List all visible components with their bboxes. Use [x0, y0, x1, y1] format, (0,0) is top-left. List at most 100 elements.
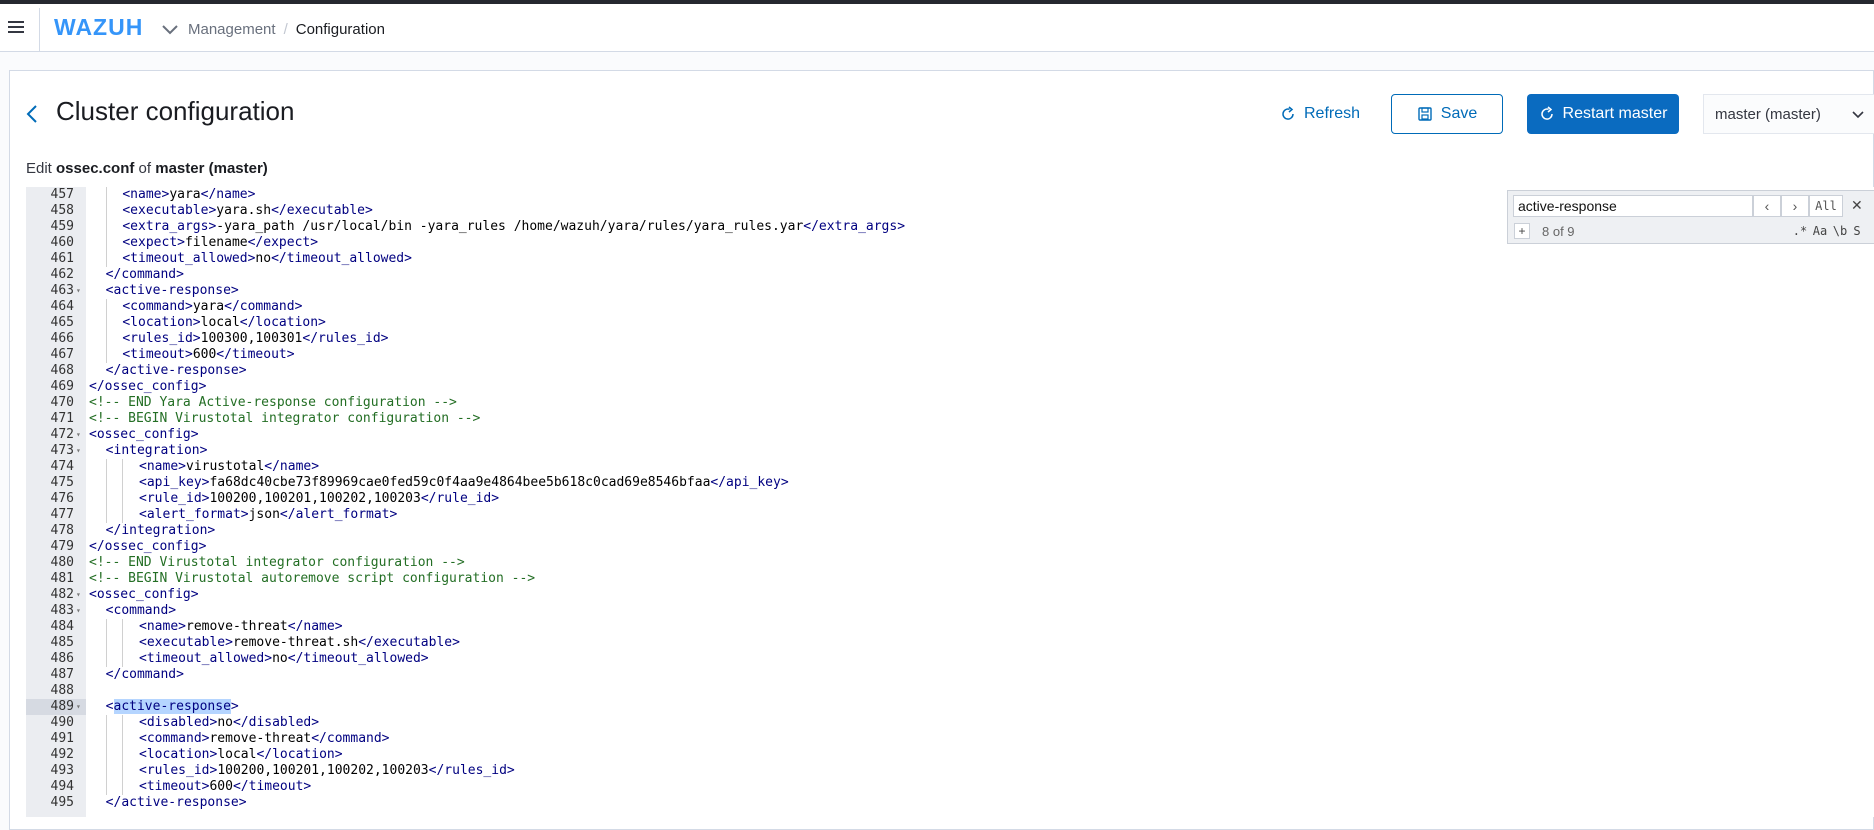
code-line[interactable]: 467 <timeout>600</timeout> — [26, 347, 1874, 363]
fold-toggle-icon[interactable]: ▾ — [76, 699, 81, 715]
code-line[interactable]: 476 <rule_id>100200,100201,100202,100203<… — [26, 491, 1874, 507]
breadcrumb-management[interactable]: Management — [188, 21, 276, 38]
code-text: <!-- BEGIN Virustotal integrator configu… — [89, 411, 480, 427]
code-line[interactable]: 481 <!-- BEGIN Virustotal autoremove scri… — [26, 571, 1874, 587]
code-line[interactable]: 484 <name>remove-threat</name> — [26, 619, 1874, 635]
indent-guide — [105, 731, 107, 747]
code-line[interactable]: 468 </active-response> — [26, 363, 1874, 379]
code-line[interactable]: 489 ▾ <active-response> — [26, 699, 1874, 715]
xml-tag: </location> — [256, 747, 343, 762]
code-line[interactable]: 469 </ossec_config> — [26, 379, 1874, 395]
search-next-button[interactable]: › — [1781, 195, 1809, 217]
xml-tag: <executable> — [122, 203, 217, 218]
back-arrow-icon[interactable] — [24, 103, 40, 125]
code-line[interactable]: 477 <alert_format>json</alert_format> — [26, 507, 1874, 523]
search-in-selection-option[interactable]: S — [1850, 223, 1864, 240]
xml-text: 100300,100301 — [200, 331, 303, 346]
xml-tag: < — [105, 699, 114, 714]
code-line[interactable]: 461 <timeout_allowed>no</timeout_allowed> — [26, 251, 1874, 267]
code-line[interactable]: 474 <name>virustotal</name> — [26, 459, 1874, 475]
code-line[interactable]: 472 ▾ <ossec_config> — [26, 427, 1874, 443]
search-prev-button[interactable]: ‹ — [1753, 195, 1781, 217]
xml-tag: <location> — [122, 315, 201, 330]
xml-text: yara — [169, 187, 201, 202]
save-icon — [1418, 107, 1432, 121]
wazuh-logo[interactable]: WAZUH — [54, 14, 143, 41]
chevron-down-icon[interactable] — [160, 19, 180, 39]
xml-text: fa68dc40cbe73f89969cae0fed59c0f4aa9e4864… — [209, 475, 711, 490]
menu-icon[interactable] — [8, 18, 26, 36]
indent-guide — [122, 747, 124, 763]
node-select[interactable]: master (master) — [1703, 94, 1874, 134]
indent-guide — [122, 459, 124, 475]
line-number: 493 — [50, 763, 74, 778]
code-text: <rules_id>100300,100301</rules_id> — [122, 331, 388, 347]
editor-search-panel: ‹ › All ✕ + 8 of 9 .* Aa \b S — [1507, 190, 1874, 244]
search-input[interactable] — [1513, 195, 1753, 217]
line-number: 491 — [50, 731, 74, 746]
xml-tag: </ossec_config> — [89, 539, 207, 554]
line-number: 457 — [50, 187, 74, 202]
replace-toggle-button[interactable]: + — [1514, 223, 1530, 239]
case-sensitive-option[interactable]: Aa — [1810, 223, 1830, 240]
code-line[interactable]: 478 </integration> — [26, 523, 1874, 539]
code-line[interactable]: 487 </command> — [26, 667, 1874, 683]
code-line[interactable]: 490 <disabled>no</disabled> — [26, 715, 1874, 731]
xml-tag: <timeout_allowed> — [122, 251, 256, 266]
save-label: Save — [1440, 105, 1478, 122]
indent-guide — [105, 747, 107, 763]
code-line[interactable]: 483 ▾ <command> — [26, 603, 1874, 619]
xml-tag: </timeout> — [232, 779, 312, 794]
code-line[interactable]: 462 </command> — [26, 267, 1874, 283]
indent-guide — [122, 507, 124, 523]
code-line[interactable]: 471 <!-- BEGIN Virustotal integrator conf… — [26, 411, 1874, 427]
line-number: 464 — [50, 299, 74, 314]
code-line[interactable]: 480 <!-- END Virustotal integrator config… — [26, 555, 1874, 571]
code-line[interactable]: 470 <!-- END Yara Active-response configu… — [26, 395, 1874, 411]
restart-label: Restart master — [1562, 105, 1668, 122]
indent-guide — [105, 635, 107, 651]
fold-toggle-icon[interactable]: ▾ — [76, 603, 81, 619]
xml-tag: <name> — [139, 619, 186, 634]
xml-tag: </timeout> — [216, 347, 295, 362]
code-line[interactable]: 494 <timeout>600</timeout> — [26, 779, 1874, 795]
xml-tag: <name> — [122, 187, 170, 202]
xml-text: local — [217, 747, 257, 762]
edit-node-name: master (master) — [155, 160, 268, 177]
code-line[interactable]: 486 <timeout_allowed>no</timeout_allowed> — [26, 651, 1874, 667]
save-button[interactable]: Save — [1391, 94, 1503, 134]
fold-toggle-icon[interactable]: ▾ — [76, 443, 81, 459]
line-number: 474 — [50, 459, 74, 474]
code-line[interactable]: 495 </active-response> — [26, 795, 1874, 811]
xml-text: -yara_path /usr/local/bin -yara_rules /h… — [216, 219, 804, 234]
restart-master-button[interactable]: Restart master — [1527, 94, 1679, 134]
code-line[interactable]: 464 <command>yara</command> — [26, 299, 1874, 315]
code-line[interactable]: 473 ▾ <integration> — [26, 443, 1874, 459]
code-line[interactable]: 479 </ossec_config> — [26, 539, 1874, 555]
fold-toggle-icon[interactable]: ▾ — [76, 283, 81, 299]
code-editor[interactable]: 457 <name>yara</name> 458 <executable>yara.… — [26, 187, 1874, 817]
fold-toggle-icon[interactable]: ▾ — [76, 427, 81, 443]
regex-option[interactable]: .* — [1791, 223, 1809, 240]
whole-word-option[interactable]: \b — [1831, 223, 1849, 240]
code-line[interactable]: 492 <location>local</location> — [26, 747, 1874, 763]
code-line[interactable]: 491 <command>remove-threat</command> — [26, 731, 1874, 747]
indent-guide — [105, 763, 107, 779]
code-text: <name>virustotal</name> — [139, 459, 319, 475]
code-line[interactable]: 475 <api_key>fa68dc40cbe73f89969cae0fed59… — [26, 475, 1874, 491]
xml-tag: <ossec_config> — [89, 427, 199, 442]
code-line[interactable]: 493 <rules_id>100200,100201,100202,100203… — [26, 763, 1874, 779]
fold-toggle-icon[interactable]: ▾ — [76, 587, 81, 603]
code-line[interactable]: 465 <location>local</location> — [26, 315, 1874, 331]
code-line[interactable]: 488 — [26, 683, 1874, 699]
code-line[interactable]: 463 ▾ <active-response> — [26, 283, 1874, 299]
refresh-button[interactable]: Refresh — [1280, 101, 1360, 127]
code-line[interactable]: 482 ▾ <ossec_config> — [26, 587, 1874, 603]
code-line[interactable]: 485 <executable>remove-threat.sh</executa… — [26, 635, 1874, 651]
xml-tag: <ossec_config> — [89, 587, 199, 602]
code-text: </ossec_config> — [89, 379, 206, 395]
code-line[interactable]: 466 <rules_id>100300,100301</rules_id> — [26, 331, 1874, 347]
search-all-button[interactable]: All — [1809, 195, 1843, 217]
close-icon[interactable]: ✕ — [1851, 197, 1863, 214]
xml-text: yara.sh — [216, 203, 272, 218]
